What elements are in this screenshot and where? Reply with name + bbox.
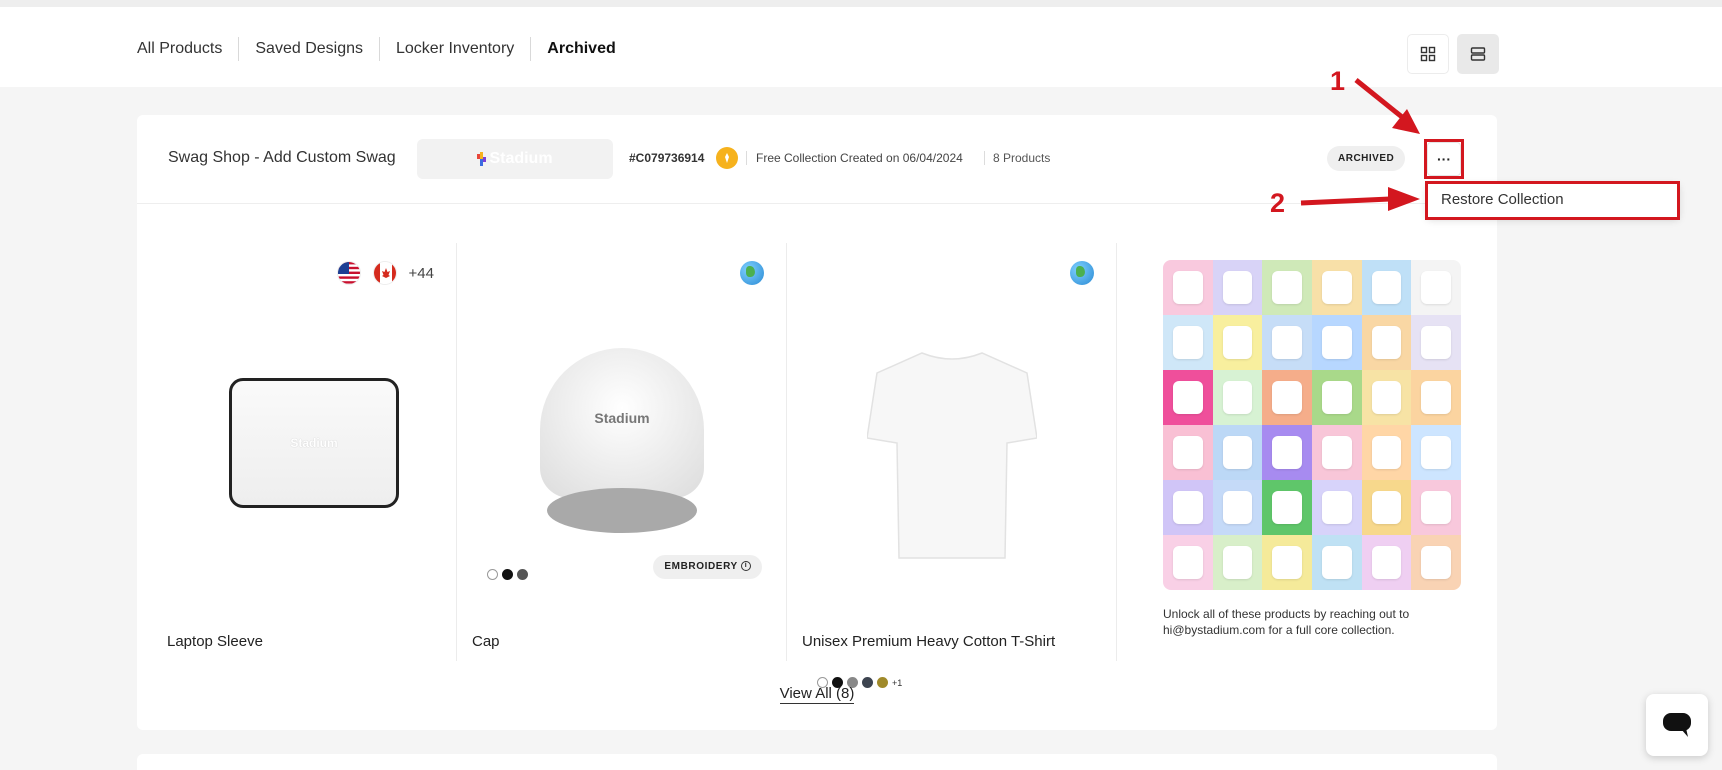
collection-logo: Stadium	[417, 139, 613, 179]
collection-id: #C079736914	[629, 151, 705, 165]
color-swatch[interactable]	[487, 569, 498, 580]
collection-header: Swag Shop - Add Custom Swag Stadium #C07…	[137, 115, 1497, 204]
tab-locker-inventory[interactable]: Locker Inventory	[379, 37, 530, 61]
coin-icon	[716, 147, 738, 169]
view-all-link[interactable]: View All (8)	[779, 685, 855, 704]
laptop-sleeve-image: Stadium	[229, 378, 399, 508]
collection-meta: Free Collection Created on 06/04/2024	[746, 151, 963, 165]
product-card[interactable]: Stadium EMBROIDERY i Cap	[457, 243, 787, 661]
annotation-highlight-2	[1425, 181, 1680, 220]
chat-icon	[1663, 713, 1691, 737]
collection-card: Swag Shop - Add Custom Swag Stadium #C07…	[137, 115, 1497, 730]
status-badge: ARCHIVED	[1327, 146, 1406, 171]
globe-icon	[740, 261, 764, 285]
region-badges	[1070, 261, 1094, 285]
product-count: 8 Products	[984, 151, 1050, 165]
tab-archived[interactable]: Archived	[530, 37, 631, 61]
annotation-step-2: 2	[1270, 188, 1286, 218]
product-card[interactable]: +44 Stadium Laptop Sleeve	[152, 243, 457, 661]
product-logo-text: Stadium	[290, 436, 338, 450]
collage-note: Unlock all of these products by reaching…	[1163, 607, 1410, 637]
grid-view-icon	[1420, 46, 1436, 62]
color-swatches	[487, 569, 528, 580]
product-collage-image	[1163, 260, 1461, 590]
list-view-button[interactable]	[1457, 34, 1499, 74]
list-view-icon	[1470, 47, 1486, 61]
info-icon: i	[741, 561, 751, 572]
color-swatch[interactable]	[502, 569, 513, 580]
region-badges: +44	[336, 261, 434, 285]
collection-title: Swag Shop - Add Custom Swag	[168, 149, 396, 166]
tab-all-products[interactable]: All Products	[137, 37, 238, 61]
tshirt-image	[866, 343, 1038, 563]
chat-button[interactable]	[1646, 694, 1708, 756]
product-name: Cap	[472, 633, 500, 650]
product-card[interactable]: +1 Unisex Premium Heavy Cotton T-Shirt	[787, 243, 1117, 688]
stadium-logo-icon	[477, 152, 487, 166]
globe-icon	[1070, 261, 1094, 285]
tab-saved-designs[interactable]: Saved Designs	[238, 37, 379, 61]
collection-tabs: All Products Saved Designs Locker Invent…	[137, 37, 632, 61]
color-swatch[interactable]	[517, 569, 528, 580]
us-flag-icon	[336, 261, 361, 285]
region-badges	[740, 261, 764, 285]
tab-bar: All Products Saved Designs Locker Invent…	[0, 7, 1722, 87]
embroidery-badge[interactable]: EMBROIDERY i	[653, 555, 762, 579]
top-shadow	[0, 0, 1722, 7]
annotation-step-1: 1	[1330, 66, 1346, 96]
next-collection-card	[137, 754, 1497, 770]
collection-logo-text: Stadium	[489, 150, 553, 167]
cap-image: Stadium	[532, 348, 712, 538]
grid-view-button[interactable]	[1407, 34, 1449, 74]
extra-regions-count: +44	[408, 264, 434, 282]
product-name: Unisex Premium Heavy Cotton T-Shirt	[802, 633, 1056, 650]
canada-flag-icon	[372, 261, 397, 285]
view-all-link-row: View All (8)	[137, 685, 1497, 704]
cap-logo-text: Stadium	[594, 410, 650, 426]
product-name: Laptop Sleeve	[167, 633, 263, 650]
annotation-highlight-1	[1424, 139, 1464, 179]
